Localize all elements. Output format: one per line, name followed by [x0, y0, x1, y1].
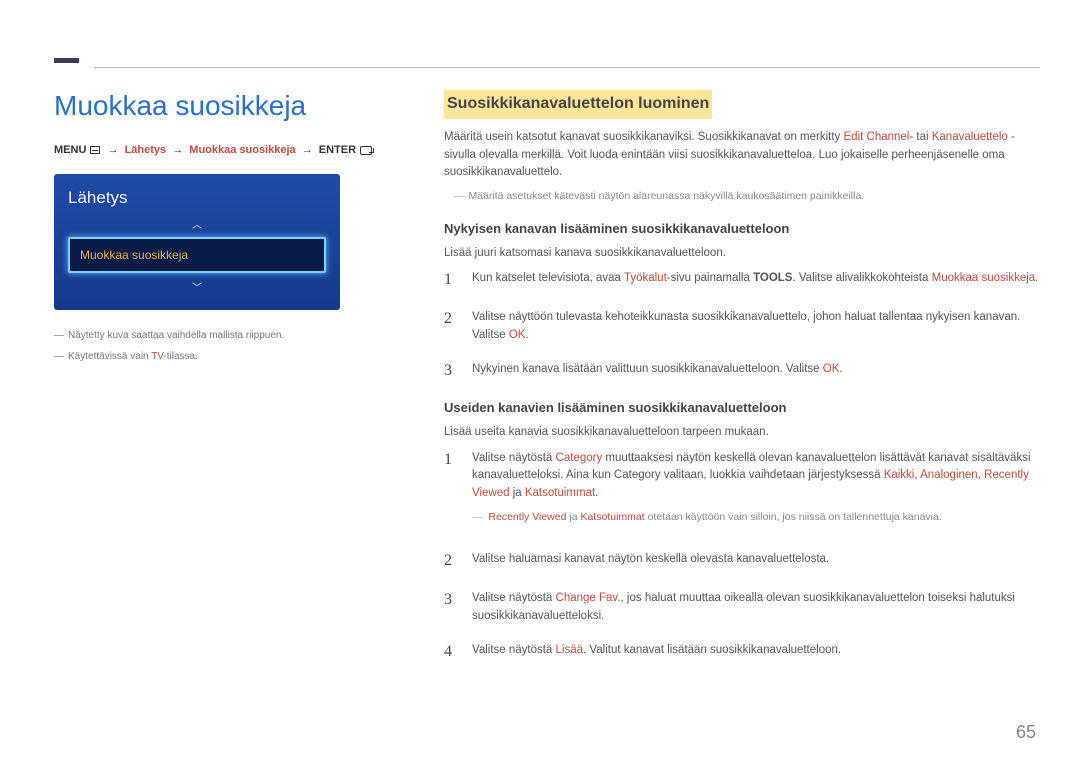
step-number: 3	[444, 588, 458, 626]
arrow-icon: →	[108, 144, 119, 156]
tv-selected-label: Muokkaa suosikkeja	[80, 248, 188, 262]
text-hl: Analoginen	[920, 469, 978, 481]
subheading: Nykyisen kanavan lisääminen suosikkikana…	[444, 219, 1040, 239]
step-number: 1	[444, 448, 458, 536]
text: . Valitut kanavat lisätään suosikkikanav…	[583, 644, 841, 656]
text-hl: Kanavaluettelo	[932, 131, 1008, 143]
footnote: ―Käytettävissä vain TV-tilassa.	[54, 351, 404, 362]
text: otetaan käyttöön vain silloin, jos niiss…	[645, 511, 942, 523]
left-column: Muokkaa suosikkeja MENU → Lähetys → Muok…	[54, 90, 404, 679]
step-item: 3 Nykyinen kanava lisätään valittuun suo…	[444, 359, 1040, 384]
step-body: Valitse näytöstä Category muuttaaksesi n…	[472, 448, 1040, 536]
footnote-text: -tilassa.	[163, 351, 197, 362]
chevron-up-icon[interactable]: ︿	[68, 214, 326, 233]
text: -sivu painamalla	[667, 272, 753, 284]
text: .	[1035, 272, 1038, 284]
footnote-text: Käytettävissä vain	[68, 351, 151, 362]
breadcrumb-item: Lähetys	[125, 144, 167, 156]
right-column: Suosikkikanavaluettelon luominen Määritä…	[444, 90, 1040, 679]
tv-selected-item[interactable]: Muokkaa suosikkeja	[68, 237, 326, 273]
text-hl: Lisää	[556, 644, 584, 656]
text-hl: OK	[509, 329, 526, 341]
text: Määritä usein katsotut kanavat suosikkik…	[444, 131, 844, 143]
text-hl: Muokkaa suosikkeja	[932, 272, 1036, 284]
step-item: 3 Valitse näytöstä Change Fav., jos halu…	[444, 588, 1040, 626]
breadcrumb-menu: MENU	[54, 144, 86, 156]
step-body: Valitse näytöstä Change Fav., jos haluat…	[472, 588, 1040, 626]
text-hl: Recently Viewed	[488, 511, 566, 523]
text: - tai	[909, 131, 931, 143]
step-item: 2 Valitse näyttöön tulevasta kehoteikkun…	[444, 307, 1040, 345]
text: Kun katselet televisiota, avaa	[472, 272, 624, 284]
tv-panel-title: Lähetys	[68, 188, 326, 208]
arrow-icon: →	[172, 144, 183, 156]
step-number: 3	[444, 359, 458, 384]
enter-icon	[360, 146, 372, 155]
steps-list: 1 Kun katselet televisiota, avaa Työkalu…	[444, 268, 1040, 383]
step-item: 1 Valitse näytöstä Category muuttaaksesi…	[444, 448, 1040, 536]
step-body: Kun katselet televisiota, avaa Työkalut-…	[472, 268, 1040, 293]
footnote: ―Näytetty kuva saattaa vaihdella mallist…	[54, 330, 404, 341]
text: .	[525, 329, 528, 341]
chevron-down-icon[interactable]: ﹀	[68, 277, 326, 296]
breadcrumb: MENU → Lähetys → Muokkaa suosikkeja → EN…	[54, 144, 404, 156]
step-number: 2	[444, 549, 458, 574]
menu-icon	[90, 146, 100, 154]
text: Valitse näytöstä	[472, 592, 556, 604]
sub-desc: Lisää useita kanavia suosikkikanavaluett…	[444, 424, 1040, 442]
step-item: 2 Valitse haluamasi kanavat näytön keske…	[444, 549, 1040, 574]
step-note: ― Recently Viewed ja Katsotuimmat otetaa…	[472, 509, 1040, 525]
step-body: Valitse näyttöön tulevasta kehoteikkunas…	[472, 307, 1040, 345]
text-hl: Category	[556, 452, 603, 464]
text: . Valitse alivalikkokohteista	[792, 272, 931, 284]
subheading: Useiden kanavien lisääminen suosikkikana…	[444, 398, 1040, 418]
footnote-hl: TV	[151, 351, 163, 362]
step-number: 4	[444, 640, 458, 665]
text-hl: Change Fav.	[556, 592, 621, 604]
page-title: Muokkaa suosikkeja	[54, 90, 404, 122]
intro-note: ―Määritä asetukset kätevästi näytön alar…	[454, 188, 1040, 204]
page-content: Muokkaa suosikkeja MENU → Lähetys → Muok…	[54, 90, 1040, 679]
breadcrumb-item: Muokkaa suosikkeja	[189, 144, 295, 156]
arrow-icon: →	[302, 144, 313, 156]
page-number: 65	[1016, 722, 1036, 743]
breadcrumb-enter: ENTER	[319, 144, 356, 156]
text-hl: Katsotuimmat	[580, 511, 644, 523]
text-hl: Työkalut	[624, 272, 667, 284]
step-number: 1	[444, 268, 458, 293]
sub-desc: Lisää juuri katsomasi kanava suosikkikan…	[444, 245, 1040, 263]
text-hl: Katsotuimmat	[525, 487, 595, 499]
step-number: 2	[444, 307, 458, 345]
text: Valitse näyttöön tulevasta kehoteikkunas…	[472, 311, 1020, 341]
text: Valitse näytöstä	[472, 452, 556, 464]
text-hl: Edit Channel	[844, 131, 910, 143]
section-heading: Suosikkikanavaluettelon luominen	[444, 90, 712, 119]
steps-list: 1 Valitse näytöstä Category muuttaaksesi…	[444, 448, 1040, 665]
note-text: Määritä asetukset kätevästi näytön alare…	[469, 190, 865, 202]
text: .	[595, 487, 598, 499]
step-body: Valitse näytöstä Lisää. Valitut kanavat …	[472, 640, 1040, 665]
step-item: 1 Kun katselet televisiota, avaa Työkalu…	[444, 268, 1040, 293]
text: Nykyinen kanava lisätään valittuun suosi…	[472, 363, 823, 375]
header-rule	[94, 67, 1040, 68]
footnote-text: Näytetty kuva saattaa vaihdella mallista…	[68, 330, 284, 341]
step-body: Valitse haluamasi kanavat näytön keskell…	[472, 549, 1040, 574]
text: ja	[510, 487, 525, 499]
text: .	[839, 363, 842, 375]
header-accent	[54, 58, 79, 63]
text: ja	[566, 511, 580, 523]
step-item: 4 Valitse näytöstä Lisää. Valitut kanava…	[444, 640, 1040, 665]
step-body: Nykyinen kanava lisätään valittuun suosi…	[472, 359, 1040, 384]
text-hl: Kaikki	[884, 469, 915, 481]
tv-menu-panel: Lähetys ︿ Muokkaa suosikkeja ﹀	[54, 174, 340, 310]
text-bold: TOOLS	[753, 272, 792, 284]
intro-paragraph: Määritä usein katsotut kanavat suosikkik…	[444, 129, 1040, 182]
text: Valitse näytöstä	[472, 644, 556, 656]
text-hl: OK	[823, 363, 840, 375]
